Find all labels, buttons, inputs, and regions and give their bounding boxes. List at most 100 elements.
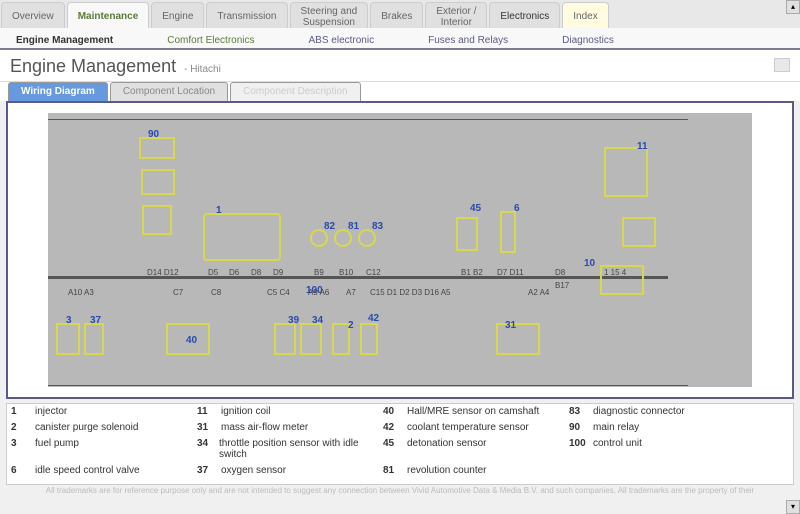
component-number[interactable]: 83 (372, 221, 383, 232)
tab-overview[interactable]: Overview (1, 2, 65, 28)
legend-num: 90 (569, 422, 593, 433)
component-number[interactable]: 81 (348, 221, 359, 232)
footer-disclaimer: All trademarks are for reference purpose… (0, 485, 800, 498)
component-number[interactable]: 39 (288, 315, 299, 326)
pin-label: C12 (366, 268, 381, 277)
legend-num (569, 465, 593, 476)
tab-engine[interactable]: Engine (151, 2, 204, 28)
legend-cell: 31mass air-flow meter (193, 420, 379, 436)
component-number[interactable]: 90 (148, 129, 159, 140)
legend-label: coolant temperature sensor (407, 422, 529, 433)
pin-label: D6 (229, 268, 239, 277)
pin-label: A2 A4 (528, 288, 549, 297)
legend-label: throttle position sensor with idle switc… (219, 438, 375, 460)
tab-exterior[interactable]: Exterior / Interior (425, 2, 487, 28)
sub-tab-bar: Engine Management Comfort Electronics AB… (0, 28, 800, 50)
legend-num: 81 (383, 465, 407, 476)
legend-cell: 45detonation sensor (379, 436, 565, 463)
legend-num: 45 (383, 438, 407, 460)
legend-label: diagnostic connector (593, 406, 685, 417)
legend-label: mass air-flow meter (221, 422, 308, 433)
legend-num: 1 (11, 406, 35, 417)
title-bar: Engine Management - Hitachi (0, 50, 800, 81)
pin-label: A7 (346, 288, 356, 297)
component-number[interactable]: 6 (514, 203, 520, 214)
pin-label: A10 A3 (68, 288, 94, 297)
pin-label: D8 (251, 268, 261, 277)
dtab-wiring[interactable]: Wiring Diagram (8, 82, 108, 101)
component-number[interactable]: 2 (348, 320, 354, 331)
subtab-engine-mgmt[interactable]: Engine Management (4, 33, 125, 48)
component-number[interactable]: 45 (470, 203, 481, 214)
tab-transmission[interactable]: Transmission (206, 2, 287, 28)
legend-num: 42 (383, 422, 407, 433)
legend-label: main relay (593, 422, 639, 433)
legend-cell: 81revolution counter (379, 463, 565, 479)
component-number[interactable]: 40 (186, 335, 197, 346)
pin-label: C8 (211, 288, 221, 297)
dtab-component-loc[interactable]: Component Location (110, 82, 228, 101)
component-number[interactable]: 34 (312, 315, 323, 326)
component-number[interactable]: 82 (324, 221, 335, 232)
wiring-diagram[interactable]: 901145682818311010033740393424231D14 D12… (48, 113, 752, 387)
legend-cell: 83diagnostic connector (565, 404, 751, 420)
legend-label: fuel pump (35, 438, 79, 460)
legend-cell: 3fuel pump (7, 436, 193, 463)
component-number[interactable]: 1 (216, 205, 222, 216)
legend-cell: 1injector (7, 404, 193, 420)
tab-maintenance[interactable]: Maintenance (67, 2, 150, 28)
tab-steering[interactable]: Steering and Suspension (290, 2, 369, 28)
legend-label: revolution counter (407, 465, 487, 476)
print-icon[interactable] (774, 58, 790, 72)
tab-brakes[interactable]: Brakes (370, 2, 423, 28)
legend-label: Hall/MRE sensor on camshaft (407, 406, 539, 417)
subtab-abs[interactable]: ABS electronic (297, 33, 387, 48)
legend-cell: 2canister purge solenoid (7, 420, 193, 436)
pin-label: 1 15 4 (604, 268, 626, 277)
pin-label: B17 (555, 281, 569, 290)
legend-cell: 11ignition coil (193, 404, 379, 420)
component-number[interactable]: 11 (637, 141, 648, 152)
component-number[interactable]: 42 (368, 313, 379, 324)
pin-label: C15 D1 D2 D3 D16 A5 (370, 288, 451, 297)
main-tab-bar: Overview Maintenance Engine Transmission… (0, 0, 800, 28)
legend-num: 3 (11, 438, 35, 460)
component-number[interactable]: 31 (505, 320, 516, 331)
component-legend[interactable]: 1injector11ignition coil40Hall/MRE senso… (6, 403, 794, 485)
legend-cell: 34throttle position sensor with idle swi… (193, 436, 379, 463)
tab-index[interactable]: Index (562, 2, 608, 28)
pin-label: B9 (314, 268, 324, 277)
legend-num: 31 (197, 422, 221, 433)
subtab-fuses[interactable]: Fuses and Relays (416, 33, 520, 48)
legend-num: 34 (197, 438, 219, 460)
subtab-diagnostics[interactable]: Diagnostics (550, 33, 626, 48)
legend-label: idle speed control valve (35, 465, 140, 476)
legend-cell: 40Hall/MRE sensor on camshaft (379, 404, 565, 420)
diagram-container: 901145682818311010033740393424231D14 D12… (6, 101, 794, 399)
pin-label: C7 (173, 288, 183, 297)
component-number[interactable]: 37 (90, 315, 101, 326)
pin-label: A9 A6 (308, 288, 329, 297)
pin-label: D5 (208, 268, 218, 277)
legend-cell (565, 463, 751, 479)
legend-num: 11 (197, 406, 221, 417)
tab-electronics[interactable]: Electronics (489, 2, 560, 28)
pin-label: C5 C4 (267, 288, 290, 297)
legend-num: 2 (11, 422, 35, 433)
page-title: Engine Management (10, 56, 176, 77)
legend-label: control unit (593, 438, 642, 460)
legend-num: 100 (569, 438, 593, 460)
pin-label: D14 D12 (147, 268, 179, 277)
component-number[interactable]: 10 (584, 258, 595, 269)
component-number[interactable]: 3 (66, 315, 72, 326)
pin-label: D7 D11 (497, 268, 524, 277)
pin-label: B10 (339, 268, 353, 277)
legend-cell: 37oxygen sensor (193, 463, 379, 479)
subtab-comfort[interactable]: Comfort Electronics (155, 33, 266, 48)
legend-label: ignition coil (221, 406, 270, 417)
legend-num: 83 (569, 406, 593, 417)
dtab-component-desc: Component Description (230, 82, 361, 101)
page-subtitle: - Hitachi (184, 64, 221, 75)
legend-num: 6 (11, 465, 35, 476)
diagram-tab-bar: Wiring Diagram Component Location Compon… (0, 81, 800, 101)
